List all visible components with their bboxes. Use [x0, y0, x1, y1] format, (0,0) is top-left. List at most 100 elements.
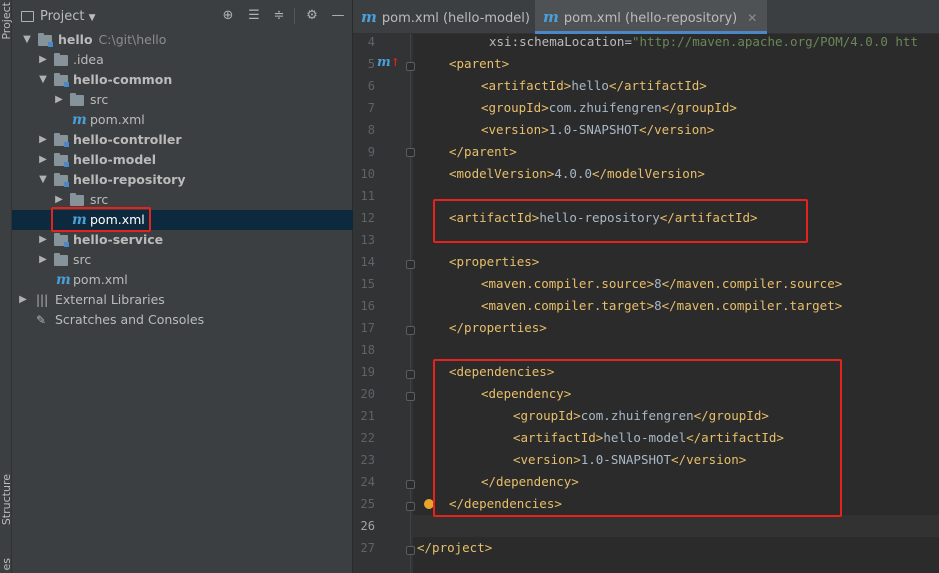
tree-item-external-libraries[interactable]: ▶ ||| External Libraries	[12, 290, 353, 310]
maven-icon: m	[543, 8, 559, 26]
code-line: <modelVersion>4.0.0</modelVersion>	[417, 163, 705, 185]
line-number: 11	[360, 189, 375, 203]
chevron-down-icon[interactable]: ▼	[38, 70, 48, 90]
tree-item-label: pom.xml	[73, 272, 128, 287]
tree-item-hello-repository[interactable]: ▼ hello-repository	[12, 170, 353, 190]
code-line: </parent>	[417, 141, 517, 163]
tree-item-label: External Libraries	[55, 292, 165, 307]
chevron-right-icon[interactable]: ▶	[38, 250, 48, 270]
code-tag: </project>	[417, 540, 493, 555]
fold-marker-icon[interactable]	[406, 326, 415, 335]
folder-icon	[70, 93, 84, 106]
gear-icon[interactable]: ⚙	[304, 8, 320, 24]
code-line: <artifactId>hello</artifactId>	[417, 75, 707, 97]
tree-item-label: src	[90, 92, 109, 107]
line-number: 23	[360, 453, 375, 467]
chevron-down-icon[interactable]: ▼	[22, 30, 32, 50]
code-text: hello	[571, 78, 609, 93]
chevron-right-icon[interactable]: ▶	[18, 290, 28, 310]
close-icon[interactable]: ✕	[747, 11, 757, 25]
tool-window-strip: Project Structure es	[0, 0, 13, 573]
tree-item-label: pom.xml	[90, 112, 145, 127]
line-number: 14	[360, 255, 375, 269]
code-line: xsi:schemaLocation="http://maven.apache.…	[417, 34, 918, 53]
chevron-down-icon[interactable]: ▼	[38, 170, 48, 190]
project-panel-header: Project ▼ ⊕ ☰ ≑ ⚙ —	[12, 0, 353, 34]
folder-icon	[54, 53, 68, 66]
line-number: 15	[360, 277, 375, 291]
line-number: 17	[360, 321, 375, 335]
code-editor[interactable]: 4 5 6 7 8 9 10 11 12 13 14 15 16 17 18 1…	[353, 34, 939, 573]
code-tag: <maven.compiler.source>	[481, 276, 655, 291]
tree-item-hello-common[interactable]: ▼ hello-common	[12, 70, 353, 90]
line-number: 13	[360, 233, 375, 247]
tree-item-scratches[interactable]: ✎ Scratches and Consoles	[12, 310, 353, 330]
tree-item-label: src	[73, 252, 92, 267]
tab-pom-hello-model[interactable]: m pom.xml (hello-model)	[361, 0, 540, 34]
highlight-box-tree	[51, 207, 151, 232]
fold-marker-icon[interactable]	[406, 148, 415, 157]
tree-item-src[interactable]: ▶ src	[12, 90, 353, 110]
line-number: 8	[367, 123, 375, 137]
code-text: =	[624, 34, 632, 49]
maven-parent-icon[interactable]: m↑	[377, 55, 400, 70]
code-line: </project>	[417, 537, 492, 559]
tree-item-hello-model[interactable]: ▶ hello-model	[12, 150, 353, 170]
code-line: <groupId>com.zhuifengren</groupId>	[417, 97, 737, 119]
structure-tool-tab[interactable]: Structure	[0, 474, 13, 525]
line-number: 22	[360, 431, 375, 445]
scratches-icon: ✎	[36, 313, 47, 327]
project-view-selector[interactable]: Project ▼	[40, 9, 96, 24]
tree-item-hello-service[interactable]: ▶ hello-service	[12, 230, 353, 250]
code-tag: </parent>	[449, 144, 517, 159]
project-tool-tab[interactable]: Project	[0, 2, 13, 40]
fold-marker-icon[interactable]	[406, 480, 415, 489]
line-number: 19	[360, 365, 375, 379]
tree-item-idea[interactable]: ▶ .idea	[12, 50, 353, 70]
code-line: <parent>	[417, 53, 509, 75]
tree-item-label: hello C:\git\hello	[58, 30, 166, 50]
module-folder-icon	[54, 233, 69, 247]
tree-item-label: hello-controller	[73, 132, 182, 147]
code-tag: <groupId>	[481, 100, 549, 115]
chevron-right-icon[interactable]: ▶	[38, 130, 48, 150]
line-number-current: 26	[360, 519, 375, 533]
code-line: <properties>	[417, 251, 539, 273]
chevron-right-icon[interactable]: ▶	[38, 150, 48, 170]
module-folder-icon	[54, 73, 69, 87]
chevron-right-icon[interactable]: ▶	[54, 90, 64, 110]
line-number: 18	[360, 343, 375, 357]
code-value: "http://maven.apache.org/POM/4.0.0 htt	[632, 34, 918, 49]
code-line: </properties>	[417, 317, 547, 339]
tree-item-src[interactable]: ▶ src	[12, 250, 353, 270]
hide-icon[interactable]: —	[330, 8, 346, 24]
tree-item-pom[interactable]: m pom.xml	[12, 270, 353, 290]
code-tag: <modelVersion>	[449, 166, 555, 181]
tree-item-pom[interactable]: m pom.xml	[12, 110, 353, 130]
code-line: <version>1.0-SNAPSHOT</version>	[417, 119, 714, 141]
target-icon[interactable]: ⊕	[220, 8, 236, 24]
collapse-all-icon[interactable]: ≑	[271, 8, 287, 24]
fold-marker-icon[interactable]	[406, 502, 415, 511]
fold-marker-icon[interactable]	[406, 62, 415, 71]
fold-marker-icon[interactable]	[406, 392, 415, 401]
line-number: 9	[367, 145, 375, 159]
chevron-right-icon[interactable]: ▶	[38, 50, 48, 70]
line-number: 10	[360, 167, 375, 181]
tree-item-hello[interactable]: ▼ hello C:\git\hello	[12, 30, 353, 50]
bottom-tool-tab[interactable]: es	[0, 558, 13, 571]
fold-marker-icon[interactable]	[406, 546, 415, 555]
code-tag: </maven.compiler.target>	[661, 298, 843, 313]
expand-all-icon[interactable]: ☰	[246, 8, 262, 24]
fold-marker-icon[interactable]	[406, 260, 415, 269]
code-tag: </maven.compiler.source>	[661, 276, 843, 291]
line-number: 20	[360, 387, 375, 401]
code-attr: xsi:schemaLocation	[489, 34, 625, 49]
chevron-right-icon[interactable]: ▶	[38, 230, 48, 250]
project-title: Project	[40, 9, 85, 24]
tab-pom-hello-repository[interactable]: m pom.xml (hello-repository) ✕	[535, 0, 768, 34]
code-tag: <maven.compiler.target>	[481, 298, 655, 313]
code-tag: </version>	[639, 122, 715, 137]
tree-item-hello-controller[interactable]: ▶ hello-controller	[12, 130, 353, 150]
fold-marker-icon[interactable]	[406, 370, 415, 379]
